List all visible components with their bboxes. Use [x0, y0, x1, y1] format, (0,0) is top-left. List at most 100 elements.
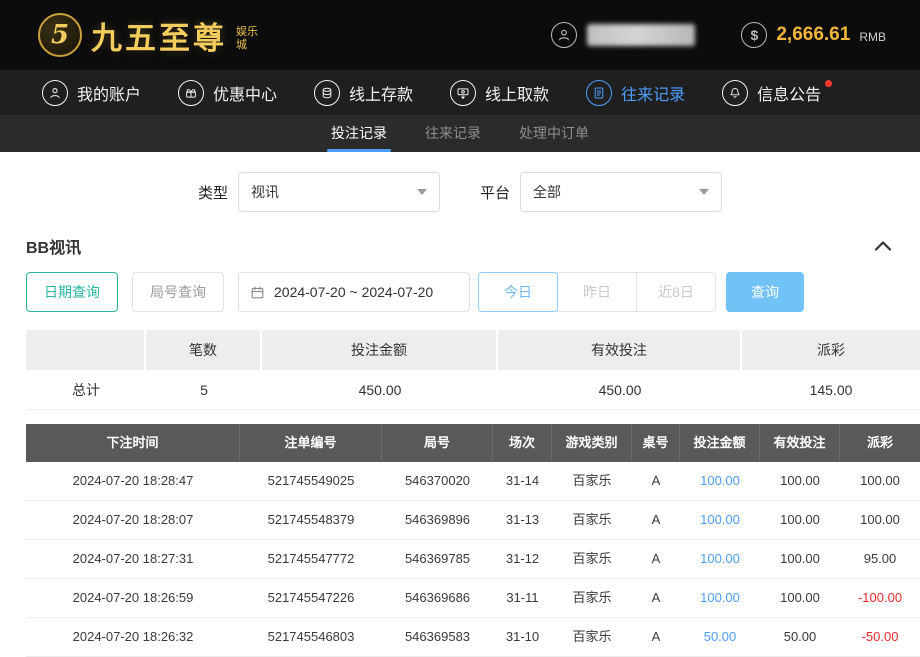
column-header: 注单编号	[240, 424, 382, 462]
cell-game-type: 百家乐	[552, 618, 632, 656]
cell-order-id: 521745546803	[240, 618, 382, 656]
withdraw-icon	[450, 80, 476, 106]
cell-bet-amount[interactable]: 100.00	[680, 579, 760, 617]
cell-session: 31-13	[493, 501, 552, 539]
summary-bet-value: 450.00	[262, 370, 498, 410]
user-icon	[551, 22, 577, 48]
cell-session: 31-11	[493, 579, 552, 617]
round-query-button[interactable]: 局号查询	[132, 272, 224, 312]
cell-bet-time: 2024-07-20 18:26:59	[26, 579, 240, 617]
brand-subtitle: 娱乐城	[236, 26, 262, 52]
tab-processing-orders[interactable]: 处理中订单	[513, 115, 595, 152]
cell-payout: -50.00	[840, 618, 920, 656]
cell-order-id: 521745547772	[240, 540, 382, 578]
platform-select-value: 全部	[533, 182, 561, 202]
summary-header-payout: 派彩	[742, 330, 920, 370]
today-button[interactable]: 今日	[478, 272, 558, 312]
cell-game-type: 百家乐	[552, 579, 632, 617]
cell-round-id: 546369896	[382, 501, 493, 539]
table-row: 2024-07-20 18:27:31521745547772546369785…	[26, 540, 920, 579]
platform-label: 平台	[480, 182, 510, 203]
section-title: BB视讯	[26, 234, 81, 258]
nav-item-my-account[interactable]: 我的账户	[42, 80, 141, 106]
table-row: 2024-07-20 18:26:59521745547226546369686…	[26, 579, 920, 618]
gift-icon	[178, 80, 204, 106]
summary-header-count: 笔数	[146, 330, 262, 370]
nav-item-deposit[interactable]: 线上存款	[314, 80, 413, 106]
cell-session: 31-10	[493, 618, 552, 656]
nav-item-withdraw[interactable]: 线上取款	[450, 80, 549, 106]
column-header: 游戏类别	[552, 424, 632, 462]
cell-table-no: A	[632, 540, 680, 578]
brand-logo[interactable]: 5 九五至尊 娱乐城	[38, 13, 262, 58]
tab-transaction-records[interactable]: 往来记录	[419, 115, 487, 152]
cell-bet-time: 2024-07-20 18:26:32	[26, 618, 240, 656]
records-icon	[586, 80, 612, 106]
summary-header-row: 笔数 投注金额 有效投注 派彩	[26, 330, 920, 370]
cell-payout: 100.00	[840, 462, 920, 500]
chevron-down-icon	[417, 189, 427, 195]
cell-bet-amount[interactable]: 100.00	[680, 540, 760, 578]
column-header: 下注时间	[26, 424, 240, 462]
bell-icon	[722, 80, 748, 106]
column-header: 派彩	[840, 424, 920, 462]
cell-table-no: A	[632, 462, 680, 500]
yesterday-button[interactable]: 昨日	[557, 272, 637, 312]
summary-count-value: 5	[146, 370, 262, 410]
cell-payout: 95.00	[840, 540, 920, 578]
cell-bet-time: 2024-07-20 18:28:07	[26, 501, 240, 539]
search-button[interactable]: 查询	[726, 272, 804, 312]
main-nav: 我的账户 优惠中心 线上存款 线上取款 往来记录 信息公告	[0, 70, 920, 115]
cell-order-id: 521745547226	[240, 579, 382, 617]
nav-item-records[interactable]: 往来记录	[586, 80, 685, 106]
cell-bet-amount[interactable]: 100.00	[680, 462, 760, 500]
cell-order-id: 521745549025	[240, 462, 382, 500]
user-account[interactable]	[551, 22, 695, 48]
calendar-icon	[250, 285, 265, 300]
type-select-value: 视讯	[251, 182, 279, 202]
balance-amount: 2,666.61	[776, 24, 850, 46]
cell-table-no: A	[632, 501, 680, 539]
brand-name: 九五至尊	[91, 13, 227, 58]
redacted-username	[587, 24, 695, 46]
cell-session: 31-14	[493, 462, 552, 500]
dollar-icon: $	[741, 22, 767, 48]
collapse-chevron-up-icon[interactable]	[874, 240, 894, 252]
tab-bet-records[interactable]: 投注记录	[325, 115, 393, 152]
date-query-button[interactable]: 日期查询	[26, 272, 118, 312]
nav-item-announcements[interactable]: 信息公告	[722, 80, 821, 106]
last-8-days-button[interactable]: 近8日	[636, 272, 716, 312]
summary-total-row: 总计 5 450.00 450.00 145.00	[26, 370, 920, 410]
cell-bet-amount[interactable]: 100.00	[680, 501, 760, 539]
balance-currency: RMB	[859, 30, 886, 44]
summary-header-valid-bet: 有效投注	[498, 330, 742, 370]
type-select[interactable]: 视讯	[238, 172, 440, 212]
table-row: 2024-07-20 18:28:07521745548379546369896…	[26, 501, 920, 540]
cell-round-id: 546369583	[382, 618, 493, 656]
nav-item-label: 往来记录	[621, 81, 685, 105]
table-row: 2024-07-20 18:26:32521745546803546369583…	[26, 618, 920, 657]
cell-valid-bet: 100.00	[760, 540, 840, 578]
brand-emblem-icon: 5	[38, 13, 82, 57]
filter-row: 类型 视讯 平台 全部	[0, 172, 920, 212]
cell-bet-time: 2024-07-20 18:28:47	[26, 462, 240, 500]
cell-game-type: 百家乐	[552, 501, 632, 539]
column-header: 有效投注	[760, 424, 840, 462]
bet-records-table: 下注时间注单编号局号场次游戏类别桌号投注金额有效投注派彩 2024-07-20 …	[26, 424, 920, 657]
nav-item-label: 线上存款	[349, 81, 413, 105]
date-shortcut-group: 今日 昨日 近8日	[478, 272, 716, 312]
nav-item-promotions[interactable]: 优惠中心	[178, 80, 277, 106]
platform-select[interactable]: 全部	[520, 172, 722, 212]
date-range-input[interactable]: 2024-07-20 ~ 2024-07-20	[238, 272, 470, 312]
table-header-row: 下注时间注单编号局号场次游戏类别桌号投注金额有效投注派彩	[26, 424, 920, 462]
summary-total-label: 总计	[26, 370, 146, 410]
column-header: 桌号	[632, 424, 680, 462]
cell-round-id: 546370020	[382, 462, 493, 500]
cell-bet-amount[interactable]: 50.00	[680, 618, 760, 656]
date-range-value: 2024-07-20 ~ 2024-07-20	[274, 284, 433, 300]
balance[interactable]: $ 2,666.61 RMB	[741, 22, 886, 48]
column-header: 投注金额	[680, 424, 760, 462]
top-header: 5 九五至尊 娱乐城 $ 2,666.61 RMB	[0, 0, 920, 70]
cell-valid-bet: 100.00	[760, 579, 840, 617]
cell-table-no: A	[632, 579, 680, 617]
